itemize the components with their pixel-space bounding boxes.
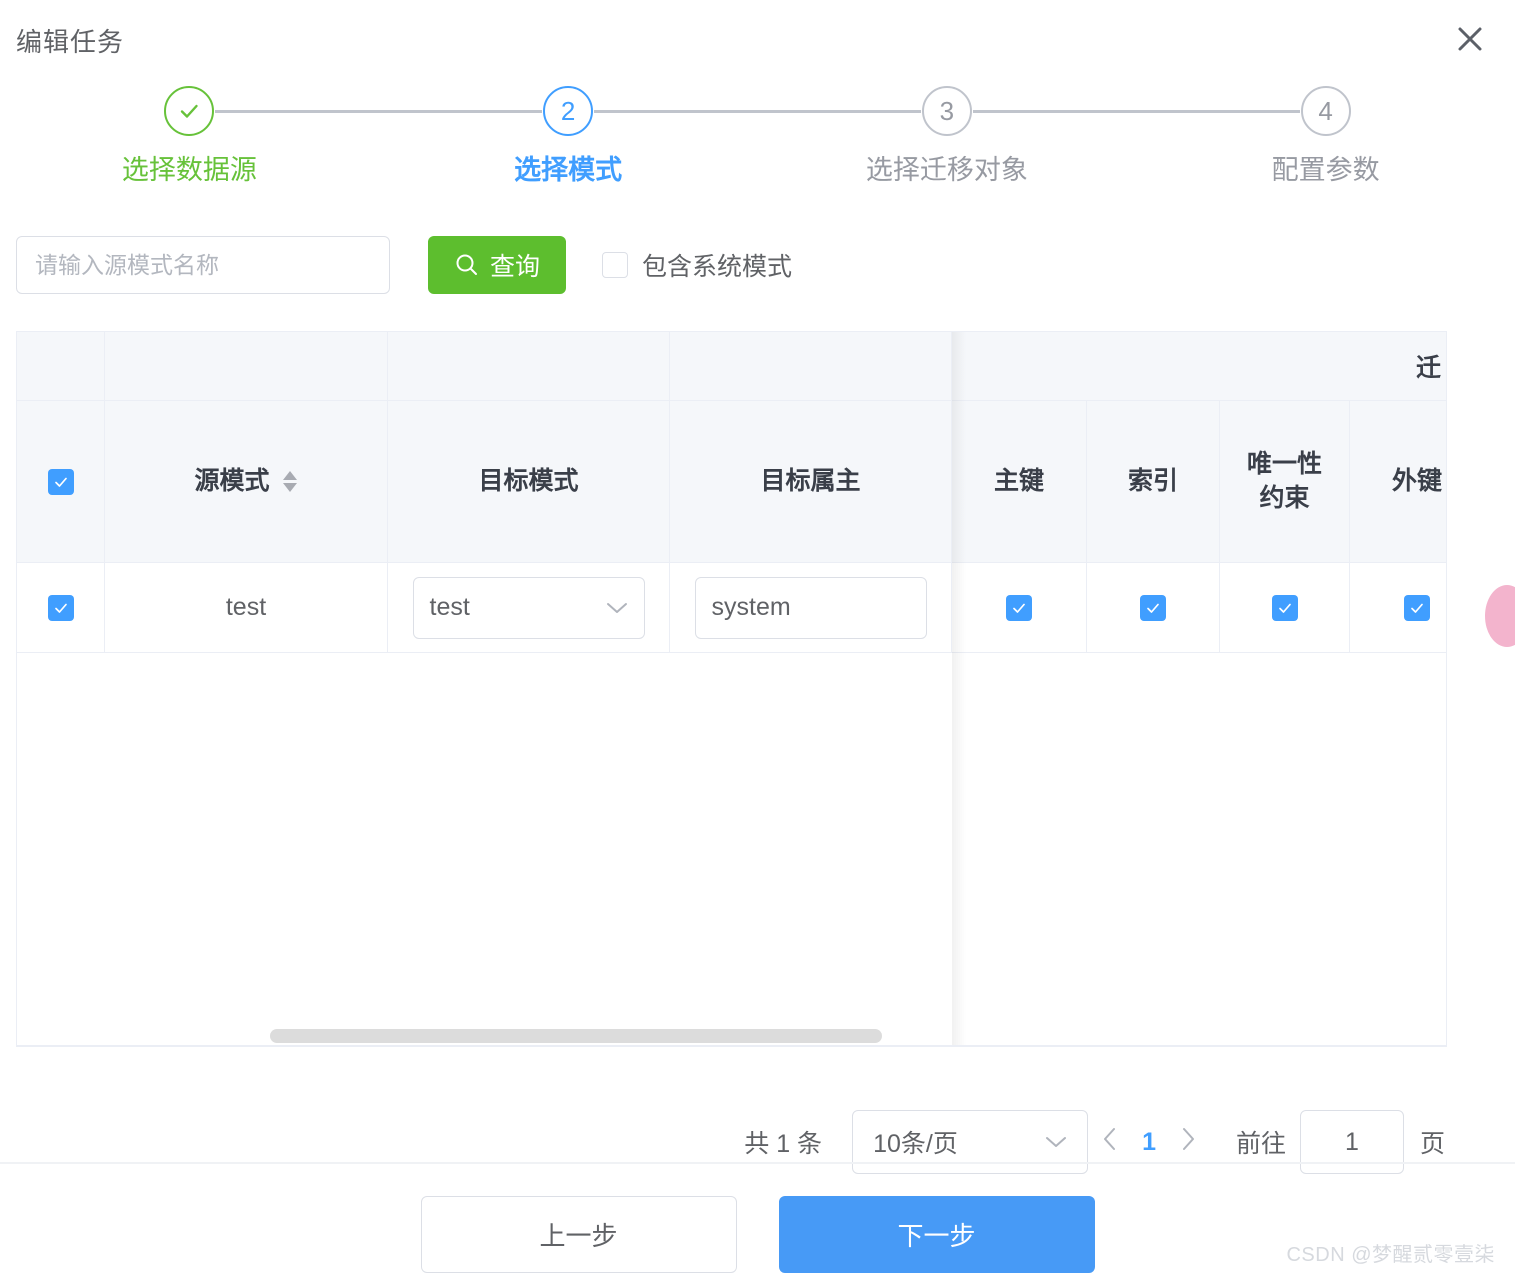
chevron-left-icon[interactable] <box>1088 1127 1132 1158</box>
step-1-label: 选择数据源 <box>121 155 257 185</box>
fixed-target-schema-select[interactable]: test <box>412 576 645 639</box>
footer-divider <box>0 1162 1515 1164</box>
stepper: 选择数据源 2 选择模式 3 选择迁移对象 4 配置参数 <box>0 86 1515 196</box>
fixed-header-source-schema-label: 源模式 <box>194 466 270 495</box>
step-3[interactable]: 3 选择迁移对象 <box>758 86 1300 196</box>
include-system-schema-checkbox[interactable]: 包含系统模式 <box>602 247 792 283</box>
chevron-down-icon <box>1046 1137 1067 1147</box>
cell-source-schema: test <box>105 563 388 653</box>
edit-task-dialog: 编辑任务 选择数据源 2 选择模式 3 选择迁移对象 4 配置参数 请输入源模式… <box>0 0 1515 1273</box>
prev-step-button[interactable]: 上一步 <box>420 1196 737 1273</box>
pagination-total: 共 1 条 <box>744 1130 823 1158</box>
header-unique-constraint-line2: 约束 <box>1259 483 1310 512</box>
table-bottom-divider <box>16 1045 1447 1047</box>
check-icon <box>181 104 199 118</box>
step-connector-2 <box>594 110 921 113</box>
step-3-label: 选择迁移对象 <box>865 155 1028 185</box>
cell-primary-key <box>952 563 1087 653</box>
group-cell-blank-4 <box>670 332 952 401</box>
primary-key-checkbox[interactable] <box>1006 594 1032 621</box>
fixed-cell-target-owner <box>670 563 952 653</box>
chevron-right-icon[interactable] <box>1166 1127 1210 1158</box>
step-2-node: 2 <box>543 86 594 136</box>
query-button[interactable]: 查询 <box>428 236 567 294</box>
select-all-cell <box>17 401 105 563</box>
pagination-page-unit: 页 <box>1419 1130 1445 1158</box>
cell-unique-constraint <box>1220 563 1350 653</box>
header-foreign-key: 外键 <box>1350 401 1446 563</box>
fixed-header-source-schema[interactable]: 源模式 <box>105 401 388 563</box>
checkbox-box <box>602 252 629 278</box>
header-unique-constraint: 唯一性 约束 <box>1220 401 1350 563</box>
step-connector-1 <box>215 110 543 113</box>
page-size-value: 10条/页 <box>873 1130 958 1158</box>
header-primary-key: 主键 <box>952 401 1087 563</box>
group-cell-migrate-objects: 迁 <box>952 332 1446 401</box>
group-cell-blank-1 <box>17 332 105 401</box>
next-step-button[interactable]: 下一步 <box>778 1196 1095 1273</box>
search-input[interactable] <box>16 236 390 294</box>
watermark: CSDN @梦醒贰零壹柒 <box>1286 1244 1495 1266</box>
select-all-checkbox[interactable] <box>47 468 74 495</box>
fixed-target-schema-value: test <box>429 593 470 621</box>
step-1-node <box>164 86 215 136</box>
cell-index <box>1087 563 1220 653</box>
fixed-row-select-cell <box>17 563 105 653</box>
step-4-label: 配置参数 <box>1271 155 1380 185</box>
foreign-key-checkbox[interactable] <box>1404 594 1430 621</box>
schema-table: 迁 源模式 目标模式 目标属主 主键 索引 唯一性 约束 外键 test sys… <box>16 331 1447 1046</box>
step-2-label: 选择模式 <box>514 155 623 185</box>
fixed-row-select-checkbox[interactable] <box>47 594 74 621</box>
page-number-1[interactable]: 1 <box>1132 1128 1166 1157</box>
horizontal-scrollbar[interactable] <box>270 1029 882 1043</box>
group-cell-blank-3 <box>388 332 670 401</box>
query-button-label: 查询 <box>490 253 541 281</box>
unique-constraint-checkbox[interactable] <box>1271 594 1298 621</box>
header-target-schema: 目标模式 <box>388 401 670 563</box>
cell-foreign-key <box>1350 563 1446 653</box>
fixed-target-owner-input[interactable] <box>694 576 927 639</box>
close-icon[interactable] <box>1449 18 1491 60</box>
header-unique-constraint-line1: 唯一性 <box>1246 449 1322 478</box>
pagination-jump-input[interactable] <box>1299 1110 1404 1174</box>
sort-icon[interactable] <box>282 471 298 492</box>
step-4-node: 4 <box>1300 86 1351 136</box>
step-2[interactable]: 2 选择模式 <box>379 86 921 196</box>
pagination-jump-label: 前往 <box>1235 1130 1286 1158</box>
fixed-cell-target-schema: test <box>388 563 670 653</box>
step-3-node: 3 <box>921 86 972 136</box>
index-checkbox[interactable] <box>1140 594 1166 621</box>
step-1[interactable]: 选择数据源 <box>0 86 543 196</box>
search-icon <box>456 254 477 275</box>
floating-pink-bubble[interactable] <box>1485 585 1515 647</box>
page-size-select[interactable]: 10条/页 <box>852 1110 1089 1174</box>
header-index: 索引 <box>1087 401 1220 563</box>
filter-bar: 查询 包含系统模式 <box>16 236 792 294</box>
header-target-owner: 目标属主 <box>670 401 952 563</box>
table-group-header-row: 迁 <box>17 332 1446 401</box>
step-connector-3 <box>972 110 1300 113</box>
step-4[interactable]: 4 配置参数 <box>1136 86 1515 196</box>
group-cell-blank-2 <box>105 332 388 401</box>
pagination: 共 1 条 10条/页 1 前往 页 <box>744 1110 1445 1174</box>
include-system-schema-label: 包含系统模式 <box>642 253 793 281</box>
chevron-down-icon <box>606 602 627 613</box>
page-title: 编辑任务 <box>16 27 125 57</box>
